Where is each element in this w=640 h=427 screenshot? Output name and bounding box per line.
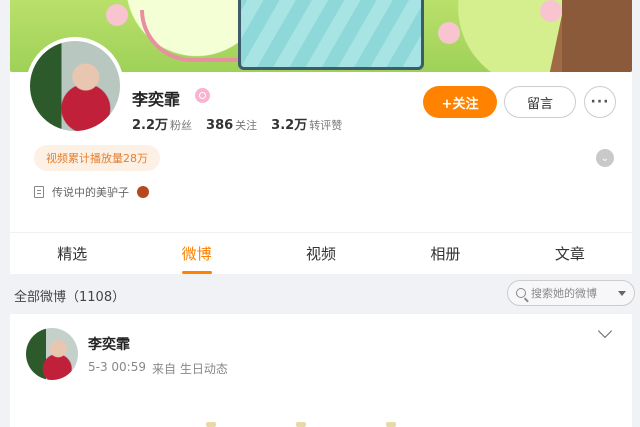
profile-tabs: 精选 微博 视频 相册 文章	[10, 232, 632, 274]
tab-video[interactable]: 视频	[259, 233, 383, 274]
stat-number: 2.2万	[132, 118, 169, 133]
banner-flower	[106, 4, 128, 26]
search-placeholder: 搜索她的微博	[531, 287, 597, 300]
more-options-button[interactable]: ···	[584, 86, 616, 118]
post-meta: 5-3 00:59 来自 生日动态	[88, 360, 228, 377]
tab-featured[interactable]: 精选	[10, 233, 134, 274]
post-card: 李奕霏 5-3 00:59 来自 生日动态	[10, 314, 632, 427]
profile-name: 李奕霏	[132, 90, 181, 109]
all-posts-count: 全部微博（1108）	[14, 290, 126, 305]
content-fragment	[386, 422, 396, 427]
bio-text: 传说中的美驴子	[52, 186, 129, 199]
post-time[interactable]: 5-3 00:59	[88, 360, 146, 377]
stat-label: 转评赞	[309, 119, 343, 132]
profile-card: 李奕霏 2.2万 粉丝 386 关注 3.2万 转评赞 +关注 留言 ··· 视频累计…	[10, 37, 632, 232]
banner-flower	[438, 22, 460, 44]
stat-number: 3.2万	[271, 118, 308, 133]
post-source: 来自 生日动态	[152, 362, 228, 376]
post-content-preview	[206, 422, 396, 427]
post-author-avatar[interactable]	[26, 328, 78, 380]
vip-badge-icon[interactable]	[195, 88, 210, 103]
post-menu-chevron-icon[interactable]	[597, 323, 613, 339]
stat-label: 粉丝	[170, 119, 193, 132]
follow-button[interactable]: +关注	[423, 86, 497, 118]
post-search-input[interactable]: 搜索她的微博	[507, 280, 635, 306]
chevron-down-icon[interactable]	[618, 291, 626, 296]
stat-number: 386	[206, 118, 234, 133]
search-icon	[516, 288, 526, 298]
donkey-emoji-icon	[137, 186, 149, 198]
tab-album[interactable]: 相册	[383, 233, 507, 274]
tab-weibo[interactable]: 微博	[134, 233, 258, 274]
document-icon	[34, 186, 44, 198]
banner-tree-trunk	[562, 0, 632, 72]
content-fragment	[206, 422, 216, 427]
stat-label: 关注	[235, 119, 258, 132]
content-fragment	[296, 422, 306, 427]
profile-avatar[interactable]	[26, 37, 124, 135]
profile-stats: 2.2万 粉丝 386 关注 3.2万 转评赞	[132, 114, 342, 133]
post-author-name[interactable]: 李奕霏	[88, 334, 130, 354]
stat-interactions: 3.2万 转评赞	[271, 114, 342, 133]
expand-profile-button[interactable]: ⌄	[596, 149, 614, 167]
stat-following[interactable]: 386 关注	[206, 114, 257, 133]
banner-flower	[540, 0, 562, 22]
stat-followers[interactable]: 2.2万 粉丝	[132, 114, 192, 133]
profile-bio: 传说中的美驴子	[34, 184, 149, 200]
banner-watering-can	[238, 0, 424, 70]
video-play-count-badge: 视频累计播放量28万	[34, 145, 160, 171]
tab-articles[interactable]: 文章	[508, 233, 632, 274]
message-button[interactable]: 留言	[504, 86, 576, 118]
